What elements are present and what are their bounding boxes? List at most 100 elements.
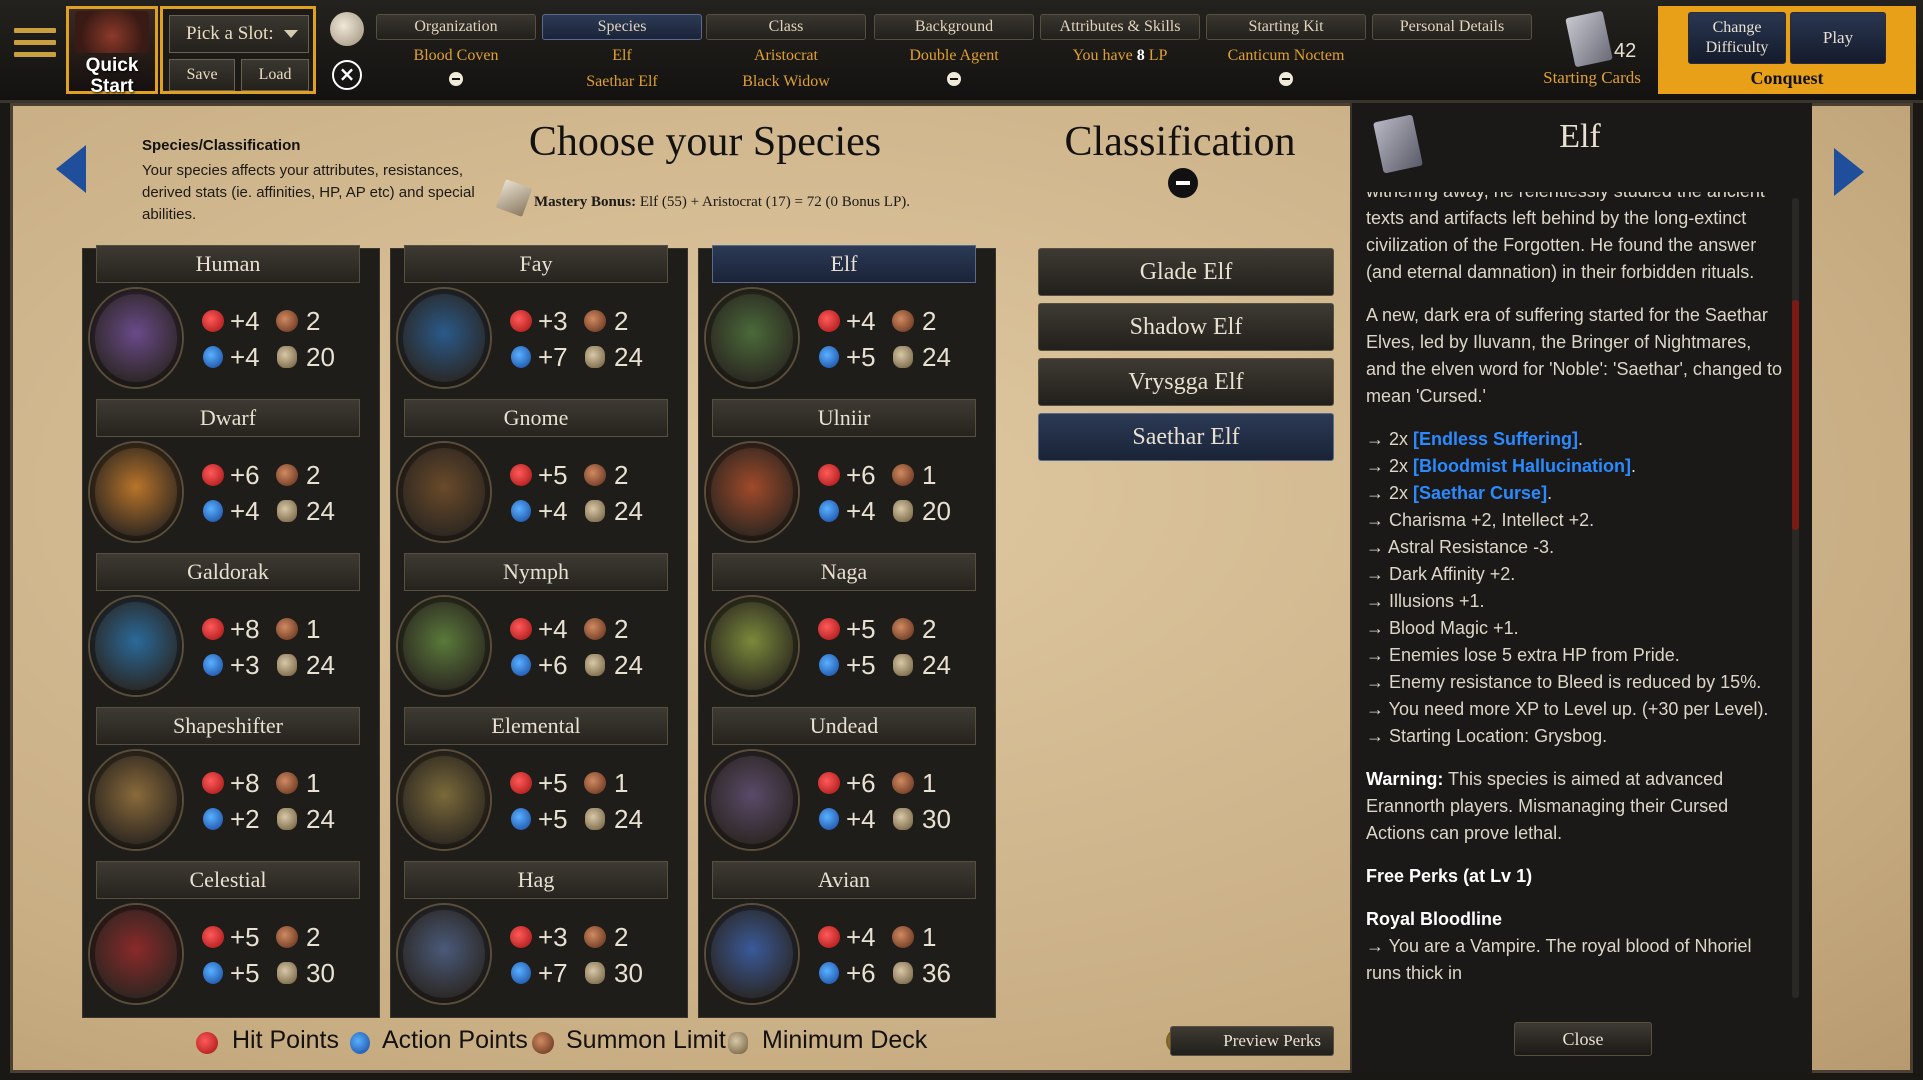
species-card-fay[interactable]: Fay +3 2 +7 24 [390, 245, 688, 399]
lp-count: 8 [1136, 47, 1145, 64]
species-card-undead[interactable]: Undead +6 1 +4 30 [698, 707, 996, 861]
quick-start-button[interactable]: Quick Start [66, 6, 158, 97]
species-card-avian[interactable]: Avian +4 1 +6 36 [698, 861, 996, 1015]
minimum-deck-icon [277, 808, 297, 830]
species-card-galdorak[interactable]: Galdorak +8 1 +3 24 [82, 553, 380, 707]
summon-limit-value: 2 [614, 460, 629, 490]
elemental-emblem-icon [398, 751, 490, 849]
minimum-deck-value: 24 [306, 496, 335, 526]
species-card-elemental[interactable]: Elemental +5 1 +5 24 [390, 707, 688, 861]
species-name: Shapeshifter [96, 707, 360, 745]
play-button[interactable]: Play [1790, 12, 1886, 64]
classification-shadow-elf[interactable]: Shadow Elf [1038, 303, 1334, 351]
summon-limit-icon [276, 772, 298, 794]
species-card-celestial[interactable]: Celestial +5 2 +5 30 [82, 861, 380, 1015]
quick-start-label: Quick Start [85, 55, 139, 97]
remove-icon[interactable] [1279, 72, 1293, 86]
hit-points-icon [202, 926, 224, 948]
tab-attributes-skills[interactable]: Attributes & Skills [1040, 14, 1200, 40]
legend-minimum-deck: Minimum Deck [762, 1026, 928, 1054]
slot-select[interactable]: Pick a Slot: [169, 15, 309, 53]
tab-value: Canticum Noctem [1227, 47, 1345, 64]
keyword-item: → 2x [Endless Suffering]. [1366, 426, 1786, 453]
remove-icon[interactable] [947, 72, 961, 86]
warning: Warning: This species is aimed at advanc… [1366, 766, 1786, 847]
action-points-icon [203, 654, 223, 676]
previous-arrow-icon[interactable] [56, 145, 86, 193]
close-button[interactable]: Close [1514, 1022, 1652, 1056]
species-card-dwarf[interactable]: Dwarf +6 2 +4 24 [82, 399, 380, 553]
tab-species[interactable]: Species [542, 14, 702, 40]
legend-summon-limit: Summon Limit [566, 1026, 726, 1054]
hit-points-value: +3 [538, 922, 568, 952]
species-card-nymph[interactable]: Nymph +4 2 +6 24 [390, 553, 688, 707]
reset-close-icon[interactable]: × [332, 60, 362, 90]
hit-points-icon [510, 618, 532, 640]
species-card-hag[interactable]: Hag +3 2 +7 30 [390, 861, 688, 1015]
summon-limit-value: 2 [922, 614, 937, 644]
species-card-naga[interactable]: Naga +5 2 +5 24 [698, 553, 996, 707]
action-points-icon [511, 500, 531, 522]
hit-points-value: +5 [846, 614, 876, 644]
bonus-item: → Enemies lose 5 extra HP from Pride. [1366, 645, 1680, 665]
detail-scroll-thumb[interactable] [1792, 300, 1799, 530]
classification-vrysgga-elf[interactable]: Vrysgga Elf [1038, 358, 1334, 406]
hit-points-icon [818, 772, 840, 794]
legend-action-points: Action Points [382, 1026, 528, 1054]
species-card-ulniir[interactable]: Ulniir +6 1 +4 20 [698, 399, 996, 553]
action-points-value: +6 [538, 650, 568, 680]
hit-points-value: +4 [538, 614, 568, 644]
summon-limit-icon [584, 926, 606, 948]
species-card-elf[interactable]: Elf +4 2 +5 24 [698, 245, 996, 399]
hit-points-value: +5 [230, 922, 260, 952]
action-points-value: +4 [846, 496, 876, 526]
remove-icon[interactable] [449, 72, 463, 86]
minimum-deck-value: 24 [614, 496, 643, 526]
action-points-icon [819, 962, 839, 984]
classification-glade-elf[interactable]: Glade Elf [1038, 248, 1334, 296]
human-emblem-icon [90, 289, 182, 387]
save-button[interactable]: Save [169, 59, 235, 91]
species-name: Nymph [404, 553, 668, 591]
species-card-shapeshifter[interactable]: Shapeshifter +8 1 +2 24 [82, 707, 380, 861]
bonus-item: → You need more XP to Level up. (+30 per… [1366, 699, 1769, 719]
tab-value: Blood Coven [413, 47, 499, 64]
minimum-deck-icon [585, 500, 605, 522]
summon-limit-icon [276, 464, 298, 486]
change-difficulty-button[interactable]: Change Difficulty [1688, 12, 1786, 64]
classification-title: Classification [1064, 119, 1296, 165]
hit-points-value: +8 [230, 768, 260, 798]
tab-class[interactable]: Class [706, 14, 866, 40]
mastery-label: Mastery Bonus: [534, 194, 637, 210]
tab-organization[interactable]: Organization [376, 14, 536, 40]
nymph-emblem-icon [398, 597, 490, 695]
species-card-human[interactable]: Human +4 2 +4 20 [82, 245, 380, 399]
bonus-item: → Blood Magic +1. [1366, 618, 1519, 638]
mastery-bonus: Mastery Bonus: Elf (55) + Aristocrat (17… [534, 194, 910, 211]
starting-cards-count: 42 [1614, 40, 1637, 62]
keyword-link[interactable]: [Bloodmist Hallucination] [1413, 456, 1631, 476]
randomize-dice-icon[interactable] [330, 12, 364, 46]
hit-points-value: +4 [846, 922, 876, 952]
tab-background[interactable]: Background [874, 14, 1034, 40]
celestial-emblem-icon [90, 905, 182, 1003]
species-card-gnome[interactable]: Gnome +5 2 +4 24 [390, 399, 688, 553]
summon-limit-value: 2 [306, 460, 321, 490]
preview-perks-button[interactable]: Preview Perks [1170, 1026, 1334, 1056]
minimum-deck-icon [728, 1032, 748, 1054]
minimum-deck-icon [893, 654, 913, 676]
tab-starting-kit[interactable]: Starting Kit [1206, 14, 1366, 40]
tab-personal-details[interactable]: Personal Details [1372, 14, 1532, 40]
bonus-item: → Starting Location: Grysbog. [1366, 726, 1608, 746]
hamburger-menu-icon[interactable] [14, 28, 56, 68]
classification-saethar-elf[interactable]: Saethar Elf [1038, 413, 1334, 461]
keyword-link[interactable]: [Endless Suffering] [1413, 429, 1578, 449]
minimum-deck-value: 24 [922, 650, 951, 680]
classification-collapse-icon[interactable] [1168, 168, 1198, 198]
next-arrow-icon[interactable] [1834, 148, 1864, 196]
summon-limit-icon [892, 618, 914, 640]
detail-description[interactable]: withering away, he relentlessly studied … [1366, 192, 1786, 1000]
keyword-link[interactable]: [Saethar Curse] [1413, 483, 1547, 503]
load-button[interactable]: Load [241, 59, 309, 91]
starting-cards-label[interactable]: Starting Cards [1536, 68, 1648, 88]
